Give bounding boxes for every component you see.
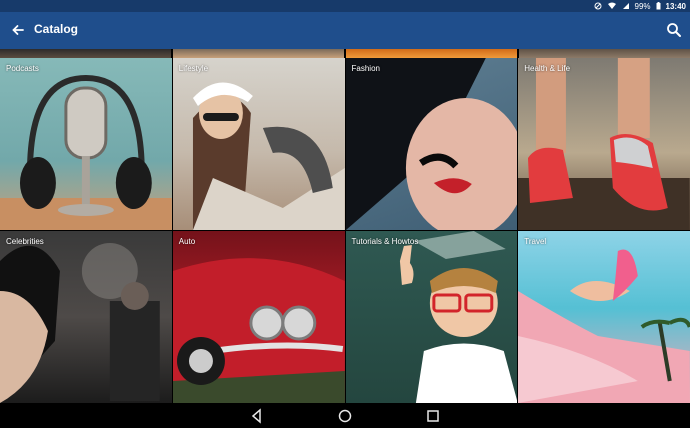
tile-tutorials-howtos[interactable]: Tutorials & Howtos (345, 231, 518, 403)
girl-glasses-image (399, 231, 518, 403)
tile-label: Travel (524, 237, 547, 246)
tile-label: Auto (178, 237, 196, 246)
tile-label: Fashion (351, 64, 380, 73)
do-not-disturb-icon (594, 2, 602, 10)
red-car-image (172, 258, 345, 403)
tile-label: Lifestyle (178, 64, 209, 73)
strip-segment (173, 49, 344, 58)
wifi-icon (607, 2, 616, 9)
status-time: 13:40 (665, 1, 686, 11)
tile-lifestyle[interactable]: Lifestyle (172, 58, 345, 230)
battery-percent: 99% (634, 1, 651, 11)
celebrity-crowd-image (0, 243, 160, 403)
tile-label: Tutorials & Howtos (351, 237, 419, 246)
nav-home-icon[interactable] (336, 407, 354, 425)
travel-car-image (518, 249, 690, 403)
status-icons: 99% 13:40 (594, 1, 686, 11)
running-shoes-image (518, 58, 690, 230)
battery-icon (656, 2, 661, 10)
status-bar: 99% 13:40 (0, 0, 690, 12)
navigation-bar (0, 403, 690, 428)
nav-back-icon[interactable] (248, 407, 266, 425)
tile-health-life[interactable]: Health & Life (518, 58, 690, 230)
nav-recents-icon[interactable] (424, 407, 442, 425)
tile-label: Podcasts (6, 64, 39, 73)
fashion-model-image (345, 58, 518, 230)
back-arrow-icon[interactable] (8, 20, 28, 40)
app-bar: Catalog (0, 12, 690, 49)
signal-icon (622, 3, 629, 9)
tile-celebrities[interactable]: Celebrities (0, 231, 172, 403)
catalog-grid: Podcasts Lifestyle Fashion Health & Life… (0, 58, 690, 403)
page-title: Catalog (34, 22, 79, 36)
microphone-headphones-image (0, 74, 172, 230)
strip-segment (519, 49, 690, 58)
woman-cap-image (192, 82, 345, 230)
tile-label: Health & Life (524, 64, 571, 73)
strip-segment (0, 49, 171, 58)
scrolled-tiles-row (0, 49, 690, 58)
tile-label: Celebrities (6, 237, 44, 246)
strip-segment (346, 49, 517, 58)
tile-auto[interactable]: Auto (172, 231, 345, 403)
tile-fashion[interactable]: Fashion (345, 58, 518, 230)
tile-podcasts[interactable]: Podcasts (0, 58, 172, 230)
search-icon[interactable] (664, 20, 684, 40)
tile-travel[interactable]: Travel (518, 231, 690, 403)
